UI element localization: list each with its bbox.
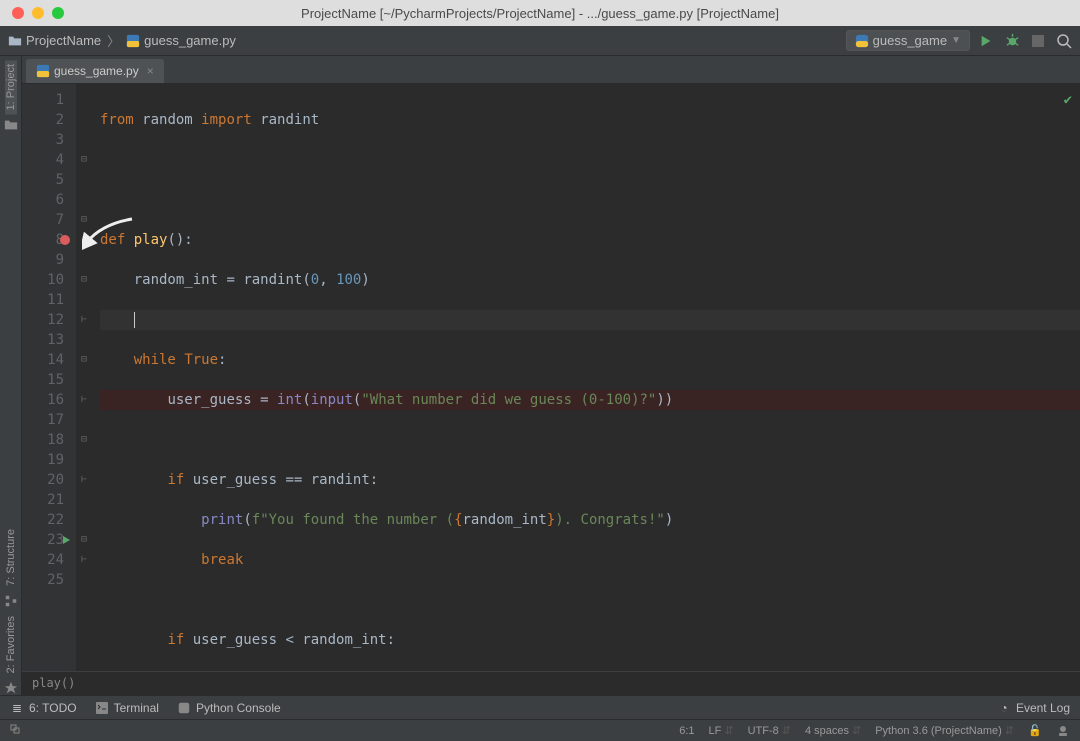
- windows-icon[interactable]: [10, 724, 24, 738]
- status-indent[interactable]: 4 spaces ⇵: [805, 724, 861, 737]
- status-encoding[interactable]: UTF-8 ⇵: [748, 724, 791, 737]
- breadcrumb-project-label: ProjectName: [26, 33, 101, 48]
- editor-crumb-trail[interactable]: play(): [22, 671, 1080, 695]
- lock-icon[interactable]: 🔓: [1028, 724, 1042, 738]
- tool-window-favorites[interactable]: 2: Favorites: [5, 612, 17, 677]
- tool-window-todo[interactable]: ≣ 6: TODO: [10, 701, 77, 715]
- window-minimize-button[interactable]: [32, 7, 44, 19]
- folder-icon: [4, 118, 18, 132]
- editor-body[interactable]: ✔ 1 2 3 4 5 6 7 8 9 10 11 12 13: [22, 84, 1080, 671]
- star-icon: [4, 681, 18, 695]
- breadcrumb-file-label: guess_game.py: [144, 33, 236, 48]
- fold-column[interactable]: ⊟ ⊟ ⊟⊢ ⊟ ⊢⊟ ⊢ ⊟⊢: [76, 84, 92, 671]
- code-content[interactable]: from random import randint def play(): r…: [92, 84, 1080, 671]
- python-file-icon: [126, 34, 140, 48]
- status-interpreter[interactable]: Python 3.6 (ProjectName) ⇵: [875, 724, 1014, 737]
- editor-tab[interactable]: guess_game.py ×: [26, 59, 164, 83]
- editor-tabs: guess_game.py ×: [22, 56, 1080, 84]
- breadcrumb-file[interactable]: guess_game.py: [126, 33, 236, 48]
- close-tab-button[interactable]: ×: [147, 64, 154, 78]
- navigation-bar: ProjectName 〉 guess_game.py guess_game ▼: [0, 26, 1080, 56]
- tool-window-python-console[interactable]: Python Console: [177, 701, 281, 715]
- list-icon: ≣: [10, 701, 24, 715]
- editor-gutter[interactable]: 1 2 3 4 5 6 7 8 9 10 11 12 13 14 15 16 1…: [22, 84, 76, 671]
- text-cursor: [134, 312, 135, 328]
- left-tool-rail: 1: Project 7: Structure 2: Favorites: [0, 56, 22, 695]
- python-file-icon: [36, 64, 50, 78]
- debug-button[interactable]: [1004, 33, 1020, 49]
- breakpoint-marker[interactable]: [60, 235, 70, 245]
- run-configuration-selector[interactable]: guess_game ▼: [846, 30, 970, 51]
- search-button[interactable]: [1056, 33, 1072, 49]
- inspector-icon[interactable]: [1056, 724, 1070, 738]
- run-button[interactable]: [978, 33, 994, 49]
- window-maximize-button[interactable]: [52, 7, 64, 19]
- chevron-right-icon: 〉: [107, 31, 120, 50]
- stop-icon: [1032, 35, 1044, 47]
- event-log-icon: ◔: [997, 701, 1011, 715]
- status-bar: 6:1 LF ⇵ UTF-8 ⇵ 4 spaces ⇵ Python 3.6 (…: [0, 719, 1080, 741]
- editor-tab-label: guess_game.py: [54, 64, 139, 78]
- breadcrumb-project[interactable]: ProjectName: [8, 33, 101, 48]
- python-icon: [177, 701, 191, 715]
- tool-window-project[interactable]: 1: Project: [5, 60, 17, 114]
- status-line-ending[interactable]: LF ⇵: [709, 724, 734, 737]
- folder-icon: [8, 34, 22, 48]
- window-close-button[interactable]: [12, 7, 24, 19]
- breadcrumb: ProjectName 〉 guess_game.py: [8, 31, 846, 50]
- structure-icon: [4, 594, 18, 608]
- window-title: ProjectName [~/PycharmProjects/ProjectNa…: [301, 6, 779, 21]
- python-icon: [855, 34, 869, 48]
- bottom-tool-bar: ≣ 6: TODO Terminal Python Console ◔ Even…: [0, 695, 1080, 719]
- chevron-down-icon: ▼: [951, 35, 961, 46]
- window-title-bar: ProjectName [~/PycharmProjects/ProjectNa…: [0, 0, 1080, 26]
- run-gutter-icon[interactable]: [63, 536, 70, 544]
- tool-window-terminal[interactable]: Terminal: [95, 701, 159, 715]
- editor-area: guess_game.py × ✔ 1 2 3 4 5 6 7 8 9: [22, 56, 1080, 695]
- tool-window-event-log[interactable]: ◔ Event Log: [997, 701, 1070, 715]
- status-cursor-position[interactable]: 6:1: [679, 725, 694, 737]
- tool-window-structure[interactable]: 7: Structure: [5, 525, 17, 590]
- terminal-icon: [95, 701, 109, 715]
- run-configuration-label: guess_game: [873, 33, 947, 48]
- stop-button[interactable]: [1030, 33, 1046, 49]
- crumb-trail-text: play(): [32, 676, 75, 690]
